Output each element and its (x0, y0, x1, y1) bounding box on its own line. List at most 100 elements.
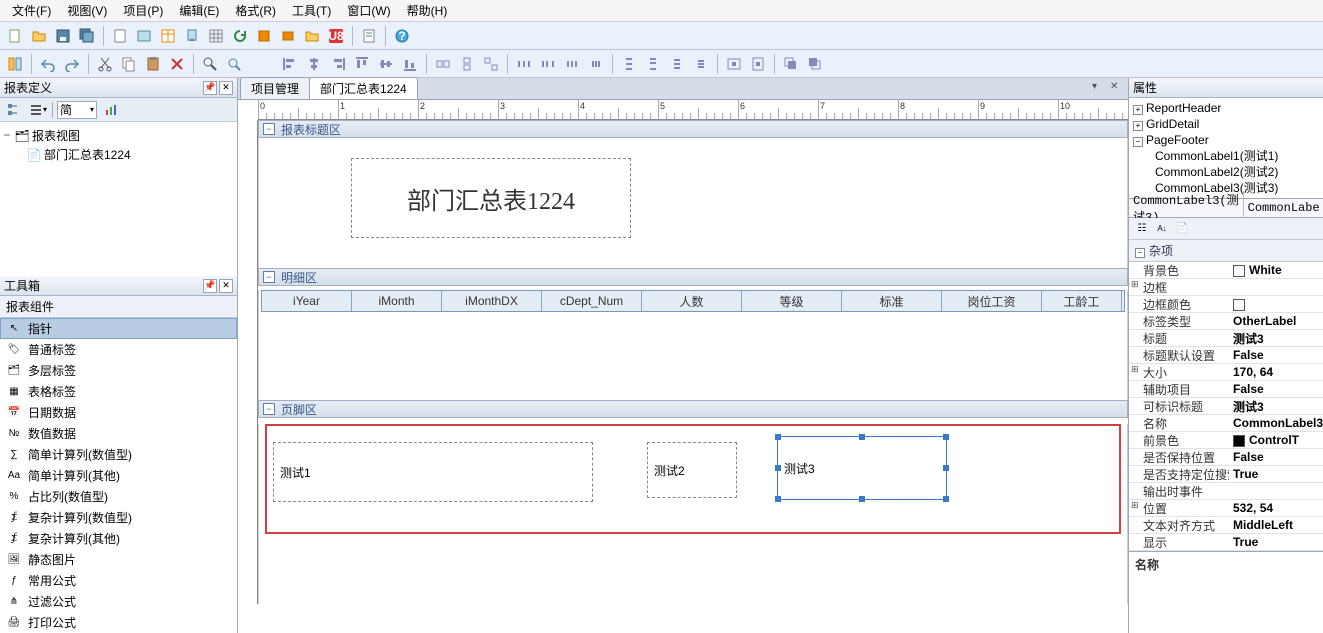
menu-help[interactable]: 帮助(H) (399, 0, 456, 21)
prop-row[interactable]: 文本对齐方式MiddleLeft (1129, 517, 1323, 534)
close-icon[interactable]: ✕ (219, 279, 233, 293)
copy-icon[interactable] (118, 53, 140, 75)
tool-item[interactable]: 🖨打印公式 (0, 612, 237, 633)
props-page-icon[interactable]: 📄 (1173, 220, 1191, 238)
sort-az-icon[interactable]: A↓ (1153, 220, 1171, 238)
props-selected-row[interactable]: CommonLabel3(测试3) CommonLabe (1129, 198, 1323, 218)
section-detail-bar[interactable]: − 明细区 (258, 268, 1128, 286)
prop-row[interactable]: 是否支持定位搜索True (1129, 466, 1323, 483)
tool-item[interactable]: 📅日期数据 (0, 402, 237, 423)
categorize-icon[interactable]: ☷ (1133, 220, 1151, 238)
tool-item[interactable]: ↖指针 (0, 318, 237, 339)
collapse-icon[interactable]: − (1133, 137, 1143, 147)
designer-canvas[interactable]: 01234567891011 − 报表标题区 部门汇总表1224 − 明细区 (238, 100, 1128, 633)
tree-child[interactable]: 📄 部门汇总表1224 (2, 145, 235, 164)
list-view-icon[interactable]: ▾ (28, 100, 48, 120)
block2-icon[interactable] (277, 25, 299, 47)
u8-icon[interactable]: U8 (325, 25, 347, 47)
menu-tools[interactable]: 工具(T) (284, 0, 339, 21)
prop-row[interactable]: 标签类型OtherLabel (1129, 313, 1323, 330)
bring-front-icon[interactable] (780, 53, 802, 75)
tree-node[interactable]: CommonLabel1(测试1) (1133, 148, 1319, 164)
vspace-inc-icon[interactable] (642, 53, 664, 75)
prop-row[interactable]: 位置532, 54 (1129, 500, 1323, 517)
section-footer-bar[interactable]: − 页脚区 (258, 400, 1128, 418)
footer-label-1[interactable]: 测试1 (273, 442, 593, 502)
hspace-inc-icon[interactable] (537, 53, 559, 75)
tool-item[interactable]: ∑简单计算列(数值型) (0, 444, 237, 465)
tab-project-mgr[interactable]: 项目管理 (240, 77, 310, 99)
prop-row[interactable]: 可标识标题测试3 (1129, 398, 1323, 415)
pin-icon[interactable]: 📌 (203, 279, 217, 293)
grid-col[interactable]: 标准 (842, 291, 942, 311)
prop-row[interactable]: 输出时事件 (1129, 483, 1323, 500)
props-object-tree[interactable]: +ReportHeader +GridDetail −PageFooter Co… (1129, 98, 1323, 198)
tool-item[interactable]: ⋔过滤公式 (0, 591, 237, 612)
vspace-eq-icon[interactable] (618, 53, 640, 75)
block-icon[interactable] (253, 25, 275, 47)
table-icon[interactable] (157, 25, 179, 47)
chart-icon[interactable] (101, 100, 121, 120)
align-left-icon[interactable] (279, 53, 301, 75)
grid-col[interactable]: 工龄工 (1042, 291, 1122, 311)
open-icon[interactable] (28, 25, 50, 47)
menu-file[interactable]: 文件(F) (4, 0, 59, 21)
footer-label-2[interactable]: 测试2 (647, 442, 737, 498)
tool-item[interactable]: ⨋复杂计算列(数值型) (0, 507, 237, 528)
page-icon[interactable] (109, 25, 131, 47)
find-icon[interactable] (199, 53, 221, 75)
undo-icon[interactable] (37, 53, 59, 75)
align-center-h-icon[interactable] (303, 53, 325, 75)
collapse-icon[interactable]: − (263, 271, 275, 283)
tree-root[interactable]: − 🗂 报表视图 (2, 126, 235, 145)
footer-container[interactable]: 测试1 测试2 测试3 (265, 424, 1121, 534)
new-icon[interactable] (4, 25, 26, 47)
prop-row[interactable]: 边框 (1129, 279, 1323, 296)
same-width-icon[interactable] (432, 53, 454, 75)
pin-icon[interactable]: 📌 (203, 81, 217, 95)
prop-row[interactable]: 辅助项目False (1129, 381, 1323, 398)
tab-close-icon[interactable]: ✕ (1110, 81, 1124, 95)
prop-row[interactable]: 大小170, 64 (1129, 364, 1323, 381)
grid-header[interactable]: iYeariMonthiMonthDXcDept_Num人数等级标准岗位工资工龄… (261, 290, 1125, 312)
center-v-icon[interactable] (747, 53, 769, 75)
center-h-icon[interactable] (723, 53, 745, 75)
vspace-dec-icon[interactable] (666, 53, 688, 75)
prop-row[interactable]: 前景色ControlT (1129, 432, 1323, 449)
export-icon[interactable] (181, 25, 203, 47)
report-icon[interactable] (133, 25, 155, 47)
paste-icon[interactable] (142, 53, 164, 75)
prop-row[interactable]: 标题测试3 (1129, 330, 1323, 347)
save-icon[interactable] (52, 25, 74, 47)
close-icon[interactable]: ✕ (219, 81, 233, 95)
tool-item[interactable]: 🏷普通标签 (0, 339, 237, 360)
prop-row[interactable]: 是否保持位置False (1129, 449, 1323, 466)
same-height-icon[interactable] (456, 53, 478, 75)
expand-icon[interactable]: + (1133, 105, 1143, 115)
prop-row[interactable]: 标题默认设置False (1129, 347, 1323, 364)
hspace-rem-icon[interactable] (585, 53, 607, 75)
tool-item[interactable]: ⨋复杂计算列(其他) (0, 528, 237, 549)
layout-icon[interactable] (4, 53, 26, 75)
same-size-icon[interactable] (480, 53, 502, 75)
hspace-eq-icon[interactable] (513, 53, 535, 75)
section-title-bar[interactable]: − 报表标题区 (258, 120, 1128, 138)
grid-icon[interactable] (205, 25, 227, 47)
tool-item[interactable]: ▦表格标签 (0, 381, 237, 402)
tool-item[interactable]: %占比列(数值型) (0, 486, 237, 507)
script-icon[interactable] (358, 25, 380, 47)
hspace-dec-icon[interactable] (561, 53, 583, 75)
saveall-icon[interactable] (76, 25, 98, 47)
folder-icon[interactable] (301, 25, 323, 47)
tool-item[interactable]: 🖼静态图片 (0, 549, 237, 570)
tab-report-1224[interactable]: 部门汇总表1224 (309, 77, 418, 99)
cut-icon[interactable] (94, 53, 116, 75)
grid-col[interactable]: iYear (262, 291, 352, 311)
zoom-icon[interactable] (223, 53, 245, 75)
refresh-icon[interactable] (229, 25, 251, 47)
tool-item[interactable]: №数值数据 (0, 423, 237, 444)
menu-view[interactable]: 视图(V) (59, 0, 115, 21)
grid-col[interactable]: iMonthDX (442, 291, 542, 311)
prop-row[interactable]: 显示True (1129, 534, 1323, 551)
menu-format[interactable]: 格式(R) (227, 0, 284, 21)
